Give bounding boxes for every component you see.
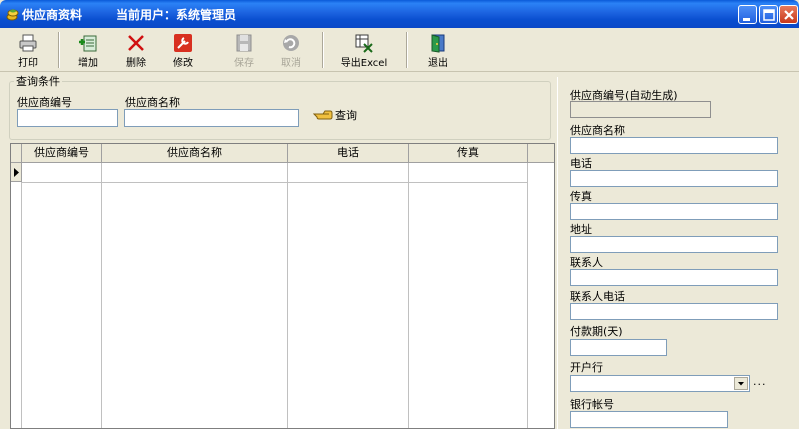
printer-icon bbox=[19, 34, 37, 52]
bank-browse-button[interactable]: ... bbox=[753, 375, 767, 388]
supplier-code-input[interactable] bbox=[17, 109, 118, 127]
row-indicator[interactable] bbox=[11, 163, 22, 182]
toolbar-separator bbox=[406, 32, 408, 68]
save-button[interactable]: 保存 bbox=[224, 30, 264, 70]
column-divider bbox=[527, 163, 528, 428]
undo-icon bbox=[283, 35, 299, 51]
column-divider bbox=[287, 163, 288, 428]
exit-door-icon bbox=[431, 34, 445, 53]
print-button[interactable]: 打印 bbox=[8, 30, 48, 70]
minimize-icon bbox=[743, 18, 750, 21]
grid-header: 供应商编号 供应商名称 电话 传真 bbox=[11, 144, 554, 163]
detail-fax-field[interactable] bbox=[570, 203, 778, 220]
detail-phone-label: 电话 bbox=[570, 157, 592, 170]
row-indicator-column bbox=[11, 182, 22, 428]
coins-icon bbox=[6, 9, 19, 21]
detail-contact-phone-field[interactable] bbox=[570, 303, 778, 320]
supplier-grid[interactable]: 供应商编号 供应商名称 电话 传真 bbox=[10, 143, 555, 429]
column-header-fax[interactable]: 传真 bbox=[409, 144, 528, 163]
delete-icon bbox=[128, 35, 144, 51]
supplier-code-label: 供应商编号 bbox=[17, 96, 72, 109]
column-header-phone[interactable]: 电话 bbox=[288, 144, 409, 163]
detail-phone-field[interactable] bbox=[570, 170, 778, 187]
detail-name-label: 供应商名称 bbox=[570, 124, 625, 137]
pointing-hand-icon bbox=[313, 110, 333, 120]
maximize-icon bbox=[763, 9, 775, 21]
detail-address-field[interactable] bbox=[570, 236, 778, 253]
detail-bank-combobox[interactable] bbox=[570, 375, 750, 392]
detail-name-field[interactable] bbox=[570, 137, 778, 154]
toolbar: 打印 增加 删除 修改 保存 取消 导出Excel 退出 bbox=[0, 28, 799, 72]
chevron-down-icon bbox=[738, 382, 744, 386]
toolbar-separator bbox=[58, 32, 60, 68]
detail-account-field[interactable] bbox=[570, 411, 728, 428]
detail-payment-label: 付款期(天) bbox=[570, 325, 623, 338]
title-bar[interactable]: 供应商资料 当前用户：系统管理员 bbox=[0, 0, 799, 28]
add-record-icon bbox=[79, 35, 97, 52]
detail-address-label: 地址 bbox=[570, 223, 592, 236]
table-row[interactable] bbox=[22, 182, 528, 183]
bank-dropdown-button[interactable] bbox=[734, 377, 748, 390]
add-button[interactable]: 增加 bbox=[68, 30, 108, 70]
delete-button[interactable]: 删除 bbox=[116, 30, 156, 70]
window-title: 供应商资料 bbox=[22, 8, 83, 22]
edit-button[interactable]: 修改 bbox=[163, 30, 203, 70]
minimize-button[interactable] bbox=[738, 5, 757, 24]
column-divider bbox=[408, 163, 409, 428]
detail-contact-phone-label: 联系人电话 bbox=[570, 290, 625, 303]
floppy-disk-icon bbox=[236, 34, 252, 52]
column-header-name[interactable]: 供应商名称 bbox=[102, 144, 288, 163]
column-header-code[interactable]: 供应商编号 bbox=[22, 144, 102, 163]
current-row-arrow-icon bbox=[14, 168, 19, 177]
detail-code-field bbox=[570, 101, 711, 118]
supplier-name-label: 供应商名称 bbox=[125, 96, 180, 109]
export-excel-icon bbox=[355, 34, 373, 53]
detail-payment-field[interactable] bbox=[570, 339, 667, 356]
detail-contact-field[interactable] bbox=[570, 269, 778, 286]
close-icon bbox=[784, 10, 794, 20]
query-button[interactable]: 查询 bbox=[313, 106, 357, 124]
exit-button[interactable]: 退出 bbox=[418, 30, 458, 70]
detail-bank-label: 开户行 bbox=[570, 361, 603, 374]
toolbar-separator bbox=[322, 32, 324, 68]
column-divider bbox=[101, 163, 102, 428]
cancel-button[interactable]: 取消 bbox=[271, 30, 311, 70]
close-button[interactable] bbox=[779, 5, 798, 24]
wrench-icon bbox=[174, 34, 192, 52]
maximize-button[interactable] bbox=[759, 5, 778, 24]
grid-corner bbox=[11, 144, 22, 163]
detail-contact-label: 联系人 bbox=[570, 256, 603, 269]
detail-fax-label: 传真 bbox=[570, 190, 592, 203]
supplier-name-input[interactable] bbox=[124, 109, 299, 127]
export-excel-button[interactable]: 导出Excel bbox=[335, 30, 393, 70]
current-user: 当前用户：系统管理员 bbox=[116, 8, 237, 22]
query-legend: 查询条件 bbox=[14, 73, 62, 89]
detail-account-label: 银行帐号 bbox=[570, 398, 614, 411]
